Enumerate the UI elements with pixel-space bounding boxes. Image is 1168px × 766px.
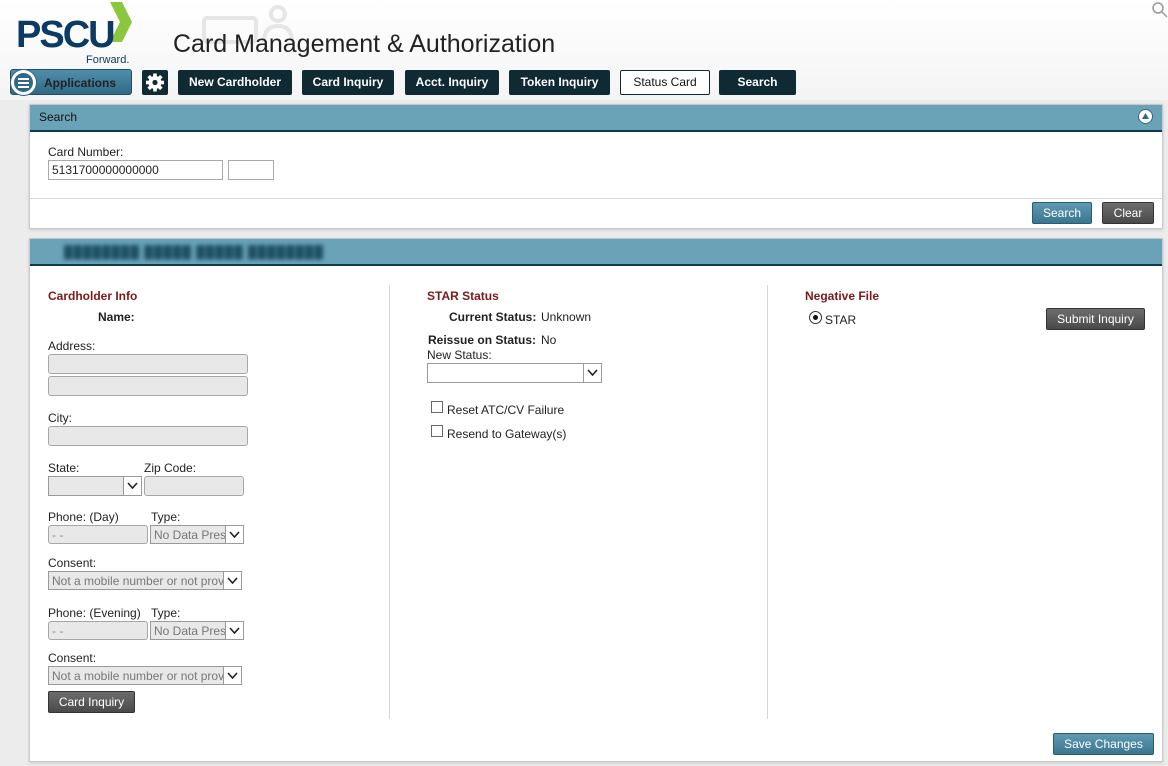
type-day-label: Type: xyxy=(151,510,181,524)
search-panel: Search Card Number: Search Clear xyxy=(29,104,1163,229)
card-detail-panel: ████████ █████ █████ ████████ Cardholder… xyxy=(29,238,1163,762)
resend-gateway-label: Resend to Gateway(s) xyxy=(447,427,567,441)
name-label: Name: xyxy=(98,310,135,324)
zip-code-label: Zip Code: xyxy=(144,461,197,475)
star-status-title: STAR Status xyxy=(427,289,499,303)
status-card-button[interactable]: Status Card xyxy=(620,70,710,95)
consent-day-label: Consent: xyxy=(48,556,97,570)
collapse-icon[interactable] xyxy=(1138,109,1153,124)
phone-day-label: Phone: (Day) xyxy=(48,510,119,524)
card-number-label: Card Number: xyxy=(48,145,124,159)
phone-day-input[interactable] xyxy=(48,525,148,544)
current-status-label: Current Status: xyxy=(449,310,537,324)
chevron-down-icon xyxy=(127,482,138,489)
search-nav-button[interactable]: Search xyxy=(719,70,796,95)
chevron-down-icon xyxy=(227,577,238,584)
settings-button[interactable] xyxy=(142,70,168,95)
negative-file-title: Negative File xyxy=(805,289,880,303)
consent-day-select[interactable]: Not a mobile number or not provided xyxy=(48,571,242,590)
save-changes-button[interactable]: Save Changes xyxy=(1053,733,1154,755)
address-label: Address: xyxy=(48,339,96,353)
new-status-label: New Status: xyxy=(427,348,492,362)
city-input[interactable] xyxy=(48,426,248,446)
card-suffix-input[interactable] xyxy=(228,160,274,180)
city-label: City: xyxy=(48,411,72,425)
star-radio-label: STAR xyxy=(825,313,857,327)
applications-label: Applications xyxy=(44,76,117,90)
new-cardholder-button[interactable]: New Cardholder xyxy=(178,70,292,95)
search-icon[interactable] xyxy=(1152,2,1168,18)
address-line2-input[interactable] xyxy=(48,376,248,396)
redacted-panel-title: ████████ █████ █████ ████████ xyxy=(64,245,325,259)
reset-atc-checkbox[interactable] xyxy=(431,401,443,413)
address-line1-input[interactable] xyxy=(48,354,248,374)
zip-code-input[interactable] xyxy=(144,476,244,496)
reissue-status-value: No xyxy=(541,333,557,347)
phone-evening-input[interactable] xyxy=(48,621,148,640)
chevron-down-icon xyxy=(229,531,240,538)
consent-evening-value: Not a mobile number or not provided xyxy=(52,669,224,683)
search-panel-title: Search xyxy=(39,110,78,124)
phone-evening-type-select[interactable]: No Data Present xyxy=(150,621,244,640)
resend-gateway-checkbox[interactable] xyxy=(431,425,443,437)
phone-day-type-select[interactable]: No Data Present xyxy=(150,525,244,544)
phone-evening-label: Phone: (Evening) xyxy=(48,606,141,620)
token-inquiry-button[interactable]: Token Inquiry xyxy=(509,70,610,95)
page-title: Card Management & Authorization xyxy=(173,30,556,58)
applications-button[interactable]: Applications xyxy=(10,69,132,96)
search-panel-header: Search xyxy=(30,105,1162,132)
column-divider xyxy=(389,285,390,719)
reissue-status-label: Reissue on Status: xyxy=(428,333,537,347)
consent-evening-select[interactable]: Not a mobile number or not provided xyxy=(48,666,242,685)
logo-tagline: Forward. xyxy=(86,54,130,66)
card-inquiry-nav-button[interactable]: Card Inquiry xyxy=(302,70,394,95)
current-status-value: Unknown xyxy=(541,310,592,324)
state-label: State: xyxy=(48,461,80,475)
detail-panel-header: ████████ █████ █████ ████████ xyxy=(30,239,1162,266)
submit-inquiry-button[interactable]: Submit Inquiry xyxy=(1046,308,1145,330)
consent-day-value: Not a mobile number or not provided xyxy=(52,574,224,588)
phone-day-type-value: No Data Present xyxy=(154,528,226,542)
clear-button[interactable]: Clear xyxy=(1102,202,1154,224)
chevron-down-icon xyxy=(229,627,240,634)
card-inquiry-button[interactable]: Card Inquiry xyxy=(48,691,135,713)
star-radio[interactable] xyxy=(809,311,822,324)
cardholder-info-title: Cardholder Info xyxy=(48,289,138,303)
column-divider xyxy=(767,285,768,719)
reset-atc-label: Reset ATC/CV Failure xyxy=(447,403,565,417)
chevron-down-icon xyxy=(227,672,238,679)
logo-text: PSCU xyxy=(16,14,116,56)
chevron-down-icon xyxy=(587,369,598,376)
acct-inquiry-button[interactable]: Acct. Inquiry xyxy=(405,70,499,95)
phone-evening-type-value: No Data Present xyxy=(154,624,226,638)
card-number-input[interactable] xyxy=(48,160,223,180)
list-icon xyxy=(10,69,37,96)
new-status-select[interactable] xyxy=(427,363,602,383)
search-button[interactable]: Search xyxy=(1032,202,1092,224)
state-select[interactable] xyxy=(48,476,142,496)
consent-evening-label: Consent: xyxy=(48,651,97,665)
gear-icon xyxy=(146,73,164,92)
pscu-logo: PSCU Forward. xyxy=(16,0,136,68)
type-evening-label: Type: xyxy=(151,606,181,620)
